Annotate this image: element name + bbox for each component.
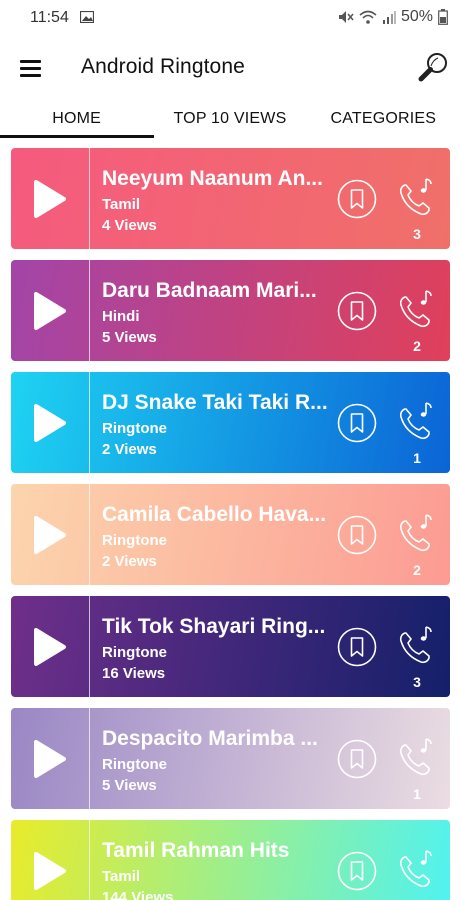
status-bar: 11:54 50% <box>0 0 460 36</box>
ringtone-card[interactable]: Tik Tok Shayari Ring... Ringtone 16 Views 3 <box>11 596 450 697</box>
ringtone-title: DJ Snake Taki Taki R... <box>102 391 328 414</box>
card-divider <box>89 596 90 697</box>
ringtone-views: 2 Views <box>102 553 157 570</box>
ringtone-title: Camila Cabello Hava... <box>102 503 327 526</box>
play-button[interactable] <box>11 148 89 249</box>
set-ringtone-icon[interactable] <box>398 849 436 889</box>
tab-home[interactable]: HOME <box>0 100 153 138</box>
play-button[interactable] <box>11 484 89 585</box>
bookmark-icon[interactable] <box>337 403 377 443</box>
ringtone-views: 5 Views <box>102 329 157 346</box>
play-icon <box>34 627 66 666</box>
ringtone-category: Ringtone <box>102 532 167 549</box>
play-icon <box>34 515 66 554</box>
search-icon[interactable] <box>416 50 450 84</box>
ringtone-card[interactable]: Neeyum Naanum An... Tamil 4 Views 3 <box>11 148 450 249</box>
battery-icon <box>438 9 448 25</box>
ringtone-category: Tamil <box>102 196 141 213</box>
bookmark-icon[interactable] <box>337 515 377 555</box>
ringtone-category: Ringtone <box>102 756 167 773</box>
ringtone-views: 4 Views <box>102 217 157 234</box>
set-count: 1 <box>413 786 421 802</box>
ringtone-title: Tik Tok Shayari Ring... <box>102 615 326 638</box>
ringtone-card[interactable]: Camila Cabello Hava... Ringtone 2 Views 2 <box>11 484 450 585</box>
ringtone-card[interactable]: Tamil Rahman Hits Tamil 144 Views <box>11 820 450 900</box>
play-button[interactable] <box>11 708 89 809</box>
ringtone-category: Hindi <box>102 308 140 325</box>
set-count: 1 <box>413 450 421 466</box>
ringtone-card[interactable]: Daru Badnaam Mari... Hindi 5 Views 2 <box>11 260 450 361</box>
card-divider <box>89 820 90 900</box>
ringtone-title: Tamil Rahman Hits <box>102 839 290 862</box>
mute-icon <box>338 11 354 23</box>
play-button[interactable] <box>11 260 89 361</box>
set-ringtone-icon[interactable] <box>398 737 436 777</box>
app-title: Android Ringtone <box>81 55 245 78</box>
ringtone-views: 16 Views <box>102 665 166 682</box>
bookmark-icon[interactable] <box>337 851 377 891</box>
card-divider <box>89 484 90 585</box>
play-icon <box>34 291 66 330</box>
play-button[interactable] <box>11 596 89 697</box>
ringtone-category: Ringtone <box>102 420 167 437</box>
card-divider <box>89 372 90 473</box>
card-divider <box>89 708 90 809</box>
ringtone-views: 144 Views <box>102 889 174 900</box>
ringtone-card[interactable]: DJ Snake Taki Taki R... Ringtone 2 Views 1 <box>11 372 450 473</box>
bookmark-icon[interactable] <box>337 739 377 779</box>
set-ringtone-icon[interactable] <box>398 177 436 217</box>
ringtone-category: Ringtone <box>102 644 167 661</box>
image-icon <box>80 11 94 23</box>
set-ringtone-icon[interactable] <box>398 289 436 329</box>
tab-categories[interactable]: CATEGORIES <box>307 100 460 138</box>
ringtone-title: Neeyum Naanum An... <box>102 167 323 190</box>
hamburger-menu-icon[interactable] <box>16 52 48 84</box>
bookmark-icon[interactable] <box>337 179 377 219</box>
play-icon <box>34 851 66 890</box>
play-button[interactable] <box>11 820 89 900</box>
app-bar: Android Ringtone <box>0 36 460 100</box>
set-count: 2 <box>413 338 421 354</box>
bookmark-icon[interactable] <box>337 627 377 667</box>
status-time: 11:54 <box>30 9 69 26</box>
set-ringtone-icon[interactable] <box>398 625 436 665</box>
set-ringtone-icon[interactable] <box>398 401 436 441</box>
status-icons: 50% <box>338 8 448 26</box>
ringtone-category: Tamil <box>102 868 141 885</box>
tab-top-10-views[interactable]: TOP 10 VIEWS <box>153 100 306 138</box>
wifi-icon <box>359 10 377 24</box>
ringtone-title: Despacito Marimba ... <box>102 727 318 750</box>
battery-percent: 50% <box>400 8 433 25</box>
bookmark-icon[interactable] <box>337 291 377 331</box>
tab-indicator <box>0 135 154 138</box>
ringtone-card[interactable]: Despacito Marimba ... Ringtone 5 Views 1 <box>11 708 450 809</box>
set-count: 3 <box>413 226 421 242</box>
play-icon <box>34 739 66 778</box>
card-divider <box>89 260 90 361</box>
card-divider <box>89 148 90 249</box>
set-ringtone-icon[interactable] <box>398 513 436 553</box>
play-icon <box>34 403 66 442</box>
ringtone-views: 5 Views <box>102 777 157 794</box>
tab-bar: HOME TOP 10 VIEWS CATEGORIES <box>0 100 460 138</box>
play-icon <box>34 179 66 218</box>
set-count: 2 <box>413 562 421 578</box>
signal-icon <box>382 11 396 24</box>
set-count: 3 <box>413 674 421 690</box>
ringtone-title: Daru Badnaam Mari... <box>102 279 317 302</box>
play-button[interactable] <box>11 372 89 473</box>
ringtone-views: 2 Views <box>102 441 157 458</box>
